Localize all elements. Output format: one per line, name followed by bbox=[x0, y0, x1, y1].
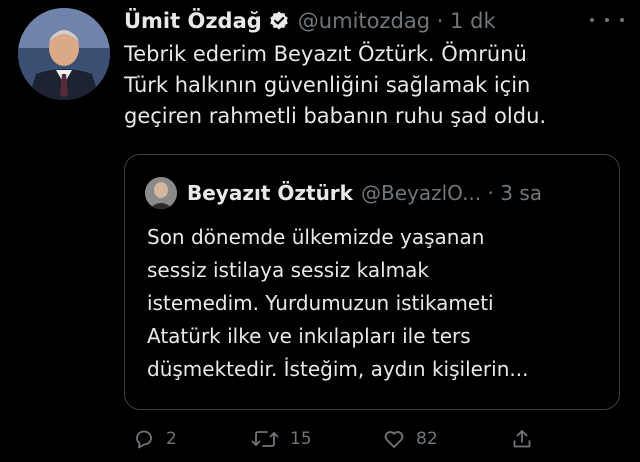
share-button[interactable] bbox=[510, 424, 534, 454]
quoted-header: Beyazıt Öztürk @BeyazlO... · 3 sa bbox=[187, 179, 542, 207]
more-options-icon[interactable] bbox=[590, 10, 624, 30]
retweet-button[interactable]: 15 bbox=[250, 424, 312, 454]
quoted-text-line: Atatürk ilke ve inkılapları ile ters bbox=[147, 324, 471, 348]
reply-button[interactable]: 2 bbox=[132, 424, 177, 454]
like-button[interactable]: 82 bbox=[382, 424, 438, 454]
tweet-actions: 2 15 82 bbox=[124, 424, 624, 454]
tweet-text-line: Tebrik ederim Beyazıt Öztürk. Ömrünü bbox=[124, 42, 527, 66]
tweet-text-line: geçiren rahmetli babanın ruhu şad oldu. bbox=[124, 104, 547, 128]
tweet-text-line: Türk halkının güvenliğini sağlamak için bbox=[124, 73, 531, 97]
quoted-text: Son dönemde ülkemizde yaşanan sessiz ist… bbox=[147, 221, 607, 386]
heart-icon bbox=[382, 427, 406, 451]
quoted-text-line: düşmektedir. İsteğim, aydın kişilerin... bbox=[147, 357, 529, 381]
quoted-tweet[interactable]: Beyazıt Öztürk @BeyazlO... · 3 sa Son dö… bbox=[124, 154, 620, 410]
tweet-time[interactable]: 1 dk bbox=[450, 9, 496, 33]
author-avatar[interactable] bbox=[18, 8, 110, 100]
quoted-author-avatar bbox=[145, 177, 177, 209]
reply-icon bbox=[132, 427, 156, 451]
like-count: 82 bbox=[416, 429, 438, 449]
meta-separator: · bbox=[436, 9, 451, 33]
retweet-count: 15 bbox=[290, 429, 312, 449]
author-handle[interactable]: @umitozdag bbox=[298, 9, 430, 33]
meta-separator: · bbox=[487, 181, 501, 205]
share-icon bbox=[510, 427, 534, 451]
quoted-text-line: Son dönemde ülkemizde yaşanan bbox=[147, 225, 485, 249]
quoted-author-name: Beyazıt Öztürk bbox=[187, 181, 353, 205]
quoted-time: 3 sa bbox=[500, 181, 542, 205]
author-name[interactable]: Ümit Özdağ bbox=[124, 9, 262, 33]
quoted-author-handle: @BeyazlO... bbox=[360, 181, 482, 205]
reply-count: 2 bbox=[166, 429, 177, 449]
verified-badge-icon bbox=[268, 10, 290, 32]
retweet-icon bbox=[250, 427, 280, 451]
author-meta: @umitozdag · 1 dk bbox=[298, 9, 496, 33]
tweet-header: Ümit Özdağ @umitozdag · 1 dk bbox=[124, 6, 594, 36]
quoted-author-meta: @BeyazlO... · 3 sa bbox=[361, 181, 542, 205]
tweet[interactable]: Ümit Özdağ @umitozdag · 1 dk Tebrik eder… bbox=[0, 0, 640, 462]
quoted-text-line: istemedim. Yurdumuzun istikameti bbox=[147, 291, 494, 315]
quoted-text-line: sessiz istilaya sessiz kalmak bbox=[147, 258, 429, 282]
tweet-text: Tebrik ederim Beyazıt Öztürk. Ömrünü Tür… bbox=[124, 39, 624, 132]
